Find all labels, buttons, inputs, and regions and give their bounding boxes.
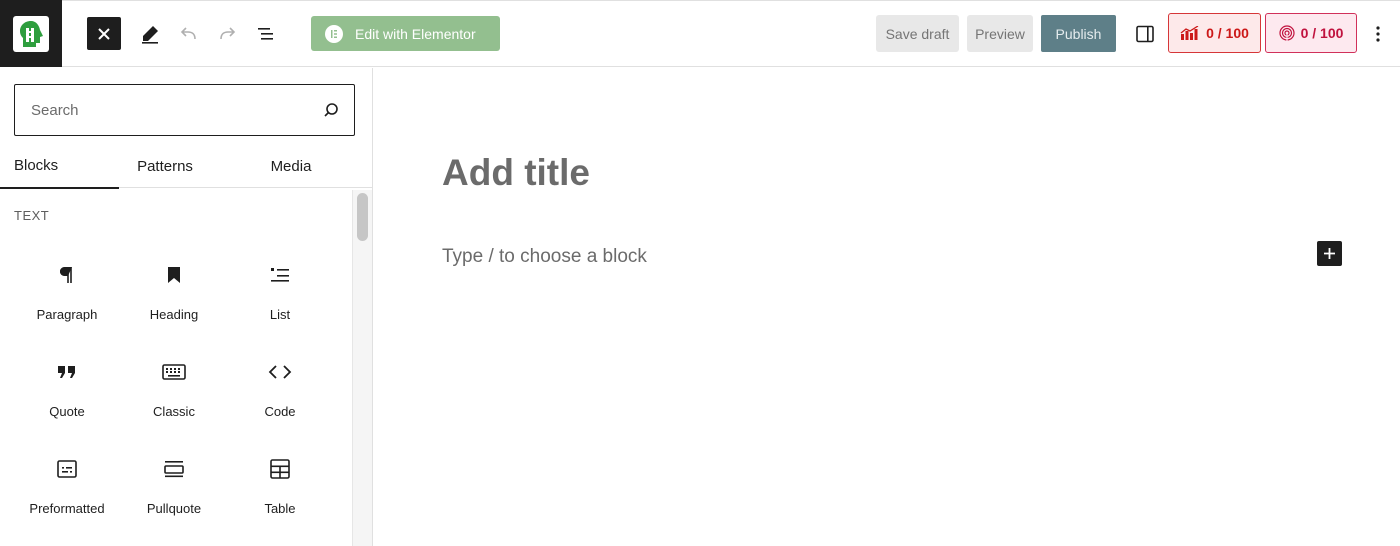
- block-table[interactable]: Table: [230, 454, 330, 534]
- block-label: Quote: [49, 404, 85, 419]
- block-label: Heading: [149, 307, 199, 322]
- block-placeholder[interactable]: Type / to choose a block: [442, 246, 647, 268]
- scrollbar-track: [352, 190, 372, 546]
- site-logo-button[interactable]: [0, 0, 62, 67]
- editor-header: Edit with Elementor Save draft Preview P…: [0, 0, 1400, 67]
- close-inserter-button[interactable]: [87, 17, 121, 50]
- pencil-icon: [142, 25, 158, 44]
- plus-icon: [1324, 248, 1335, 259]
- tools-button[interactable]: [133, 17, 167, 50]
- undo-button[interactable]: [172, 17, 206, 50]
- preview-button[interactable]: Preview: [967, 15, 1033, 52]
- settings-sidebar-button[interactable]: [1130, 17, 1160, 50]
- block-label: Classic: [153, 404, 195, 419]
- seo-chart-icon: [1180, 26, 1199, 40]
- search-icon: [324, 103, 338, 117]
- block-pullquote[interactable]: Pullquote: [124, 454, 224, 534]
- code-icon: [268, 357, 292, 387]
- block-label: List: [269, 307, 291, 322]
- inserter-tabs: Blocks Patterns Media: [0, 144, 372, 189]
- undo-icon: [180, 26, 196, 39]
- bookmark-icon: [166, 260, 182, 290]
- block-label: Paragraph: [36, 307, 98, 322]
- block-label: Table: [264, 501, 296, 516]
- preformatted-icon: [57, 454, 77, 484]
- block-label: Preformatted: [29, 501, 105, 516]
- readability-score-value: 0 / 100: [1300, 25, 1344, 41]
- block-classic[interactable]: Classic: [124, 357, 224, 437]
- publish-button[interactable]: Publish: [1041, 15, 1116, 52]
- block-label: Code: [264, 404, 296, 419]
- sidebar-toggle-icon: [1136, 25, 1154, 42]
- seo-score-button[interactable]: 0 / 100: [1168, 13, 1261, 53]
- tab-blocks[interactable]: Blocks: [0, 144, 119, 189]
- block-code[interactable]: Code: [230, 357, 330, 437]
- header-top-line: [60, 0, 1400, 1]
- elementor-icon: [325, 24, 343, 43]
- block-heading[interactable]: Heading: [124, 260, 224, 340]
- redo-icon: [220, 26, 236, 39]
- seo-score-value: 0 / 100: [1206, 25, 1249, 41]
- site-logo-icon: [13, 15, 49, 52]
- editor-canvas: [374, 68, 1400, 546]
- fingerprint-icon: [1278, 25, 1295, 41]
- tab-media[interactable]: Media: [245, 144, 337, 188]
- more-vertical-icon: [1376, 25, 1380, 42]
- block-search-box: [14, 84, 355, 136]
- add-block-button[interactable]: [1317, 241, 1342, 266]
- close-icon: [98, 27, 110, 40]
- tab-patterns[interactable]: Patterns: [119, 144, 211, 188]
- block-preformatted[interactable]: Preformatted: [17, 454, 117, 534]
- post-title-placeholder[interactable]: Add title: [442, 152, 590, 194]
- edit-with-elementor-button[interactable]: Edit with Elementor: [311, 16, 500, 51]
- list-icon: [270, 260, 290, 290]
- options-menu-button[interactable]: [1367, 17, 1389, 50]
- block-paragraph[interactable]: Paragraph: [17, 260, 117, 340]
- block-label: Pullquote: [146, 501, 202, 516]
- readability-score-button[interactable]: 0 / 100: [1265, 13, 1357, 53]
- block-quote[interactable]: Quote: [17, 357, 117, 437]
- list-view-icon: [258, 27, 273, 40]
- block-search-input[interactable]: [31, 101, 322, 119]
- document-overview-button[interactable]: [249, 17, 283, 50]
- redo-button[interactable]: [210, 17, 244, 50]
- pullquote-icon: [164, 454, 184, 484]
- text-category-title: TEXT: [14, 208, 50, 223]
- save-draft-button[interactable]: Save draft: [876, 15, 959, 52]
- edit-with-elementor-label: Edit with Elementor: [355, 25, 476, 42]
- paragraph-icon: [59, 260, 75, 290]
- block-list[interactable]: List: [230, 260, 330, 340]
- table-icon: [270, 454, 290, 484]
- scrollbar-thumb[interactable]: [357, 193, 368, 241]
- keyboard-icon: [162, 357, 186, 387]
- block-inserter-panel: Blocks Patterns Media TEXT Paragraph Hea…: [0, 68, 373, 546]
- quote-icon: [57, 357, 77, 387]
